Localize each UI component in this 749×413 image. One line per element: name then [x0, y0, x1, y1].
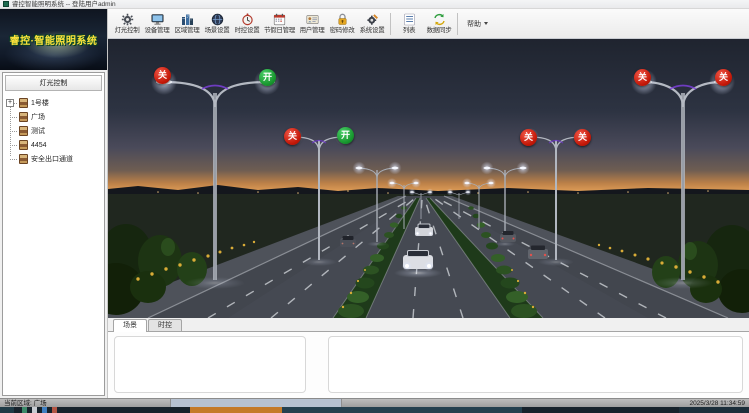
help-label: 帮助: [467, 19, 481, 29]
system-setting-button[interactable]: 系统设置: [357, 10, 387, 38]
title-bar: 睿控智能照明系统 -- 登陆用户admin: [0, 0, 749, 9]
tree-item-test[interactable]: 测试: [3, 124, 102, 138]
lamp-status-badge[interactable]: 关: [284, 128, 301, 145]
tree-item-label: 测试: [31, 126, 45, 136]
start-button[interactable]: [0, 407, 14, 413]
status-bar: 当前区域: 广场 2025/3/28 11:34:59: [0, 398, 749, 407]
lamp-status-badge[interactable]: 开: [259, 69, 276, 86]
toolbar: 灯光控制 设备管理 区域管理 场景设置 时控设置: [108, 9, 749, 39]
taskbar-app-group[interactable]: [282, 407, 522, 413]
toolbar-separator: [390, 13, 391, 35]
scene-detail-box: [328, 336, 743, 393]
user-manage-button[interactable]: 用户管理: [297, 10, 327, 38]
chevron-down-icon: [484, 22, 488, 25]
sync-arrows-icon: [433, 13, 446, 26]
brand-logo-image: 睿控·智能照明系统: [0, 9, 107, 70]
holiday-manage-button[interactable]: 节假日管理: [262, 10, 297, 38]
taskbar-icon[interactable]: [52, 407, 57, 413]
tab-timer[interactable]: 时控: [148, 319, 182, 331]
app-icon: [3, 1, 9, 7]
tree-item-label: 安全出口通道: [31, 154, 73, 164]
lamp-status-badge[interactable]: 关: [520, 129, 537, 146]
zone-icon: [19, 112, 28, 122]
lamp-status-badge[interactable]: 关: [634, 69, 651, 86]
buildings-icon: [181, 13, 194, 26]
zone-icon: [19, 126, 28, 136]
id-card-icon: [306, 13, 319, 26]
taskbar-tray[interactable]: [679, 407, 749, 413]
brand-logo-text: 睿控·智能照明系统: [10, 32, 98, 47]
light-control-tree-panel: 灯光控制 + 1号楼 广场 测试: [2, 72, 105, 396]
taskbar-icon[interactable]: [32, 407, 37, 413]
tree-item-4454[interactable]: 4454: [3, 138, 102, 152]
taskbar-icon[interactable]: [42, 407, 47, 413]
list-view-button[interactable]: 列表: [394, 10, 424, 38]
bottom-panel: 场景 时控: [108, 318, 749, 398]
os-taskbar: [0, 407, 749, 413]
tree-item-label: 广场: [31, 112, 45, 122]
road-scene-image: [108, 39, 749, 318]
list-icon: [403, 13, 416, 26]
tree-item-exit-passage[interactable]: 安全出口通道: [3, 152, 102, 166]
tab-scene[interactable]: 场景: [113, 319, 147, 332]
tree-item-label: 1号楼: [31, 98, 49, 108]
status-panel: [170, 399, 342, 407]
zone-tree: + 1号楼 广场 测试 4454: [3, 93, 104, 166]
gear-wrench-icon: [366, 13, 379, 26]
road-scene-view: 关 开 关 开 关 关 关 关: [108, 39, 749, 318]
globe-icon: [211, 13, 224, 26]
area-manage-button[interactable]: 区域管理: [172, 10, 202, 38]
zone-icon: [19, 98, 28, 108]
zone-icon: [19, 154, 28, 164]
lamp-status-badge[interactable]: 关: [715, 69, 732, 86]
scene-setting-button[interactable]: 场景设置: [202, 10, 232, 38]
smart-lighting-app-window: 睿控智能照明系统 -- 登陆用户admin 睿控·智能照明系统 灯光控制 + 1…: [0, 0, 749, 413]
window-title: 睿控智能照明系统 -- 登陆用户admin: [12, 0, 116, 9]
gear-icon: [121, 13, 134, 26]
lamp-status-badge[interactable]: 关: [574, 129, 591, 146]
zone-icon: [19, 140, 28, 150]
monitor-icon: [151, 13, 164, 26]
lock-icon: [336, 13, 349, 26]
timer-setting-button[interactable]: 时控设置: [232, 10, 262, 38]
expand-icon[interactable]: +: [6, 99, 14, 107]
scene-list-box: [114, 336, 306, 393]
tab-content: [108, 331, 749, 398]
data-sync-button[interactable]: 数据同步: [424, 10, 454, 38]
lamp-status-badge[interactable]: 开: [337, 127, 354, 144]
help-menu-button[interactable]: 帮助: [461, 10, 494, 38]
lamp-status-badge[interactable]: 关: [154, 67, 171, 84]
taskbar-icon[interactable]: [22, 407, 27, 413]
clock-icon: [241, 13, 254, 26]
device-manage-button[interactable]: 设备管理: [142, 10, 172, 38]
password-change-button[interactable]: 密码修改: [327, 10, 357, 38]
calendar-icon: [273, 13, 286, 26]
tree-item-plaza[interactable]: 广场: [3, 110, 102, 124]
taskbar-active-app[interactable]: [190, 407, 282, 413]
toolbar-separator: [457, 13, 458, 35]
tree-panel-header: 灯光控制: [5, 75, 102, 91]
tree-item-building1[interactable]: + 1号楼: [3, 96, 102, 110]
sidebar: 睿控·智能照明系统 灯光控制 + 1号楼 广场 测试: [0, 9, 108, 398]
tree-item-label: 4454: [31, 142, 47, 149]
tab-strip: 场景 时控: [108, 318, 749, 331]
light-control-button[interactable]: 灯光控制: [112, 10, 142, 38]
